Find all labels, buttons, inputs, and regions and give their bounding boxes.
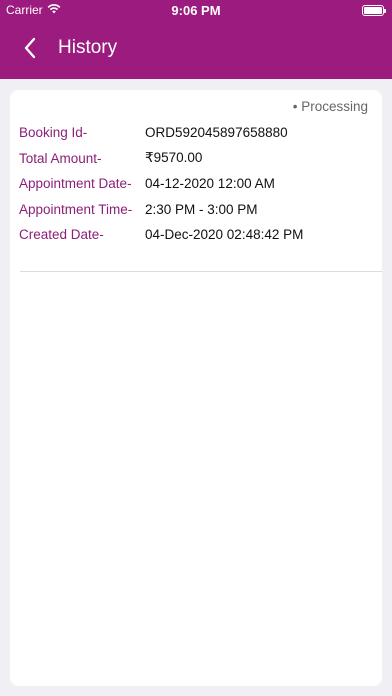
detail-value: ORD592045897658880	[145, 125, 288, 141]
booking-status: • Processing	[293, 99, 368, 114]
booking-card[interactable]: • Processing Booking Id- ORD592045897658…	[10, 90, 382, 686]
status-text: Processing	[301, 99, 368, 114]
detail-value: 04-12-2020 12:00 AM	[145, 176, 275, 192]
navigation-bar: History	[0, 26, 392, 70]
detail-row-appointment-date: Appointment Date- 04-12-2020 12:00 AM	[19, 171, 303, 197]
page-title: History	[58, 37, 118, 58]
back-button[interactable]	[14, 32, 46, 64]
detail-label: Booking Id-	[19, 125, 88, 141]
chevron-left-icon	[24, 37, 36, 59]
detail-label: Created Date-	[19, 227, 104, 243]
status-dot-icon: •	[292, 99, 298, 114]
app-header: Carrier 9:06 PM History	[0, 0, 392, 79]
detail-value: 04-Dec-2020 02:48:42 PM	[145, 227, 304, 243]
status-bar: Carrier 9:06 PM	[0, 0, 392, 22]
detail-label: Appointment Date-	[19, 176, 132, 192]
detail-label: Total Amount-	[19, 150, 102, 166]
detail-row-appointment-time: Appointment Time- 2:30 PM - 3:00 PM	[19, 197, 303, 223]
card-divider	[20, 271, 382, 272]
status-time: 9:06 PM	[171, 3, 221, 18]
detail-row-created-date: Created Date- 04-Dec-2020 02:48:42 PM	[19, 222, 303, 248]
detail-value: ₹9570.00	[145, 150, 203, 166]
booking-details: Booking Id- ORD592045897658880 Total Amo…	[19, 120, 303, 248]
detail-row-total-amount: Total Amount- ₹9570.00	[19, 146, 303, 172]
detail-row-booking-id: Booking Id- ORD592045897658880	[19, 120, 303, 146]
detail-label: Appointment Time-	[19, 201, 133, 217]
battery-icon	[362, 5, 386, 16]
detail-value: 2:30 PM - 3:00 PM	[145, 201, 258, 217]
